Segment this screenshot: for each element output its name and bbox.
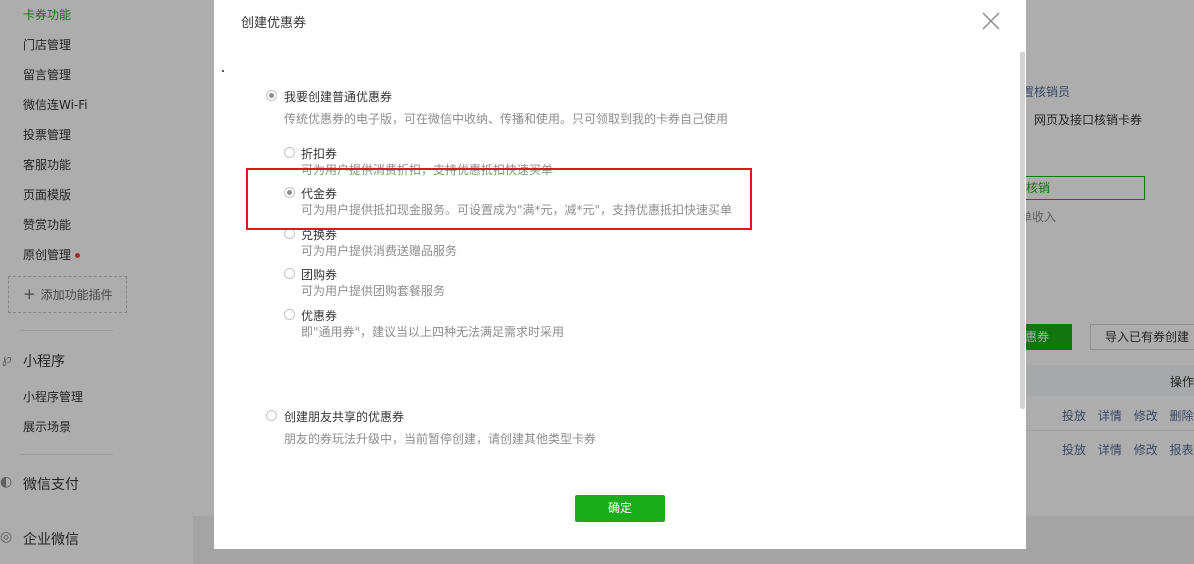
general-coupon-radio[interactable]	[266, 90, 277, 101]
decorative-dot	[222, 70, 224, 72]
discount-coupon-radio[interactable]	[284, 147, 295, 158]
general-coupon-desc: 传统优惠券的电子版，可在微信中收纳、传播和使用。只可领取到我的卡券自己使用	[284, 112, 729, 126]
discount-coupon-label[interactable]: 折扣券	[301, 145, 337, 162]
shared-coupon-desc: 朋友的券玩法升级中，当前暂停创建，请创建其他类型卡券	[284, 432, 597, 446]
universal-coupon-label[interactable]: 优惠券	[301, 307, 337, 324]
universal-coupon-desc: 即"通用券"，建议当以上四种无法满足需求时采用	[301, 325, 565, 339]
create-coupon-dialog: 创建优惠券 我要创建普通优惠券 传统优惠券的电子版，可在微信中收纳、传播和使用。…	[214, 0, 1026, 549]
universal-coupon-radio[interactable]	[284, 309, 295, 320]
confirm-button[interactable]: 确定	[575, 495, 665, 522]
group-coupon-desc: 可为用户提供团购套餐服务	[301, 284, 446, 298]
general-coupon-label[interactable]: 我要创建普通优惠券	[284, 88, 392, 105]
group-coupon-label[interactable]: 团购券	[301, 266, 337, 283]
gift-coupon-desc: 可为用户提供消费送赠品服务	[301, 244, 458, 258]
group-coupon-radio[interactable]	[284, 268, 295, 279]
highlight-annotation	[246, 168, 752, 230]
shared-coupon-label[interactable]: 创建朋友共享的优惠券	[284, 408, 404, 425]
dialog-scrollbar[interactable]	[1020, 52, 1025, 409]
shared-coupon-radio[interactable]	[266, 410, 277, 421]
close-icon[interactable]	[980, 10, 1002, 32]
dialog-title: 创建优惠券	[241, 16, 307, 31]
